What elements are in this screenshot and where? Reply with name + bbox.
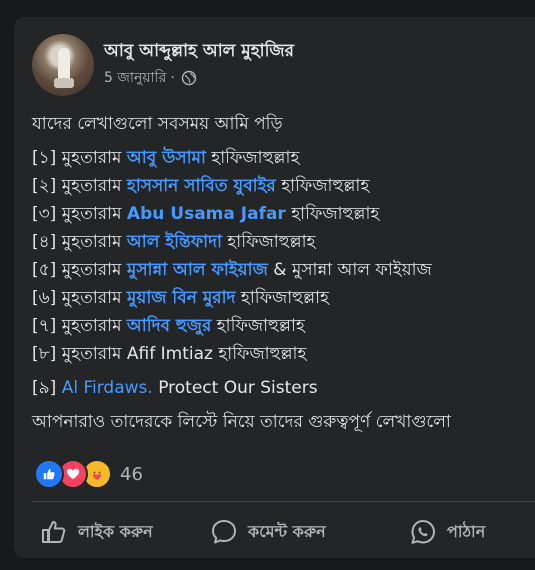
page-link[interactable]: Al Firdaws.: [62, 378, 153, 398]
avatar-figure: [58, 48, 70, 82]
like-label: লাইক করুন: [78, 521, 153, 541]
list-item: [৮] মুহতারাম Afif Imtiaz হাফিজাহুল্লাহ: [32, 344, 307, 364]
profile-link[interactable]: আদিব হুজুর: [127, 316, 211, 336]
list-item: [১] মুহতারাম আবু উসামা হাফিজাহুল্লাহ: [32, 148, 300, 168]
post-intro: যাদের লেখাগুলো সবসময় আমি পড়ি: [32, 114, 283, 134]
profile-link[interactable]: আবু উসামা: [127, 148, 206, 168]
list-item: [৬] মুহতারাম মুয়াজ বিন মুরাদ হাফিজাহুল্…: [32, 288, 329, 308]
post-date[interactable]: 5 জানুয়ারি: [104, 66, 166, 90]
thumbs-up-icon: [42, 521, 66, 543]
profile-link[interactable]: Abu Usama Jafar: [127, 204, 286, 224]
list-item: [৯] Al Firdaws. Protect Our Sisters: [32, 378, 318, 398]
post-meta: 5 জানুয়ারি ·: [104, 66, 197, 90]
plain-name: Afif Imtiaz: [126, 344, 213, 364]
globe-icon[interactable]: [181, 70, 197, 86]
reaction-count[interactable]: 46: [120, 464, 143, 485]
profile-link[interactable]: মুসান্না আল ফাইয়াজ: [127, 260, 268, 280]
comment-icon: [212, 520, 236, 544]
list-item: [৪] মুহতারাম আল ইন্তিফাদা হাফিজাহুল্লাহ: [32, 232, 316, 252]
avatar-figure-base: [54, 78, 74, 88]
author-avatar[interactable]: [32, 34, 94, 96]
comment-button[interactable]: কমেন্ট করুন: [210, 511, 326, 553]
share-label: পাঠান: [447, 521, 486, 541]
list-item: [৫] মুহতারাম মুসান্না আল ফাইয়াজ & মুসান…: [32, 260, 432, 280]
share-button[interactable]: পাঠান: [409, 511, 485, 553]
like-icon: [34, 459, 64, 489]
meta-separator: ·: [170, 70, 175, 86]
reactions-summary[interactable]: 46: [34, 459, 143, 489]
post-actions: লাইক করুন কমেন্ট করুন পাঠান: [14, 511, 535, 553]
author-name[interactable]: আবু আব্দুল্লাহ আল মুহাজির: [104, 38, 294, 66]
comment-label: কমেন্ট করুন: [248, 521, 326, 541]
post-card: আবু আব্দুল্লাহ আল মুহাজির 5 জানুয়ারি · …: [14, 17, 535, 558]
whatsapp-icon: [411, 520, 435, 544]
list-item: [২] মুহতারাম হাসসান সাবিত যুবাইর হাফিজাহ…: [32, 176, 370, 196]
post-body: যাদের লেখাগুলো সবসময় আমি পড়ি [১] মুহতা…: [32, 110, 451, 436]
profile-link[interactable]: হাসসান সাবিত যুবাইর: [127, 176, 276, 196]
list-item: [৭] মুহতারাম আদিব হুজুর হাফিজাহুল্লাহ: [32, 316, 305, 336]
profile-link[interactable]: মুয়াজ বিন মুরাদ: [127, 288, 236, 308]
like-button[interactable]: লাইক করুন: [40, 511, 153, 553]
post-closing: আপনারাও তাদেরকে লিস্টে নিয়ে তাদের গুরুত…: [32, 412, 451, 432]
list-item: [৩] মুহতারাম Abu Usama Jafar হাফিজাহুল্ল…: [32, 204, 380, 224]
profile-link[interactable]: আল ইন্তিফাদা: [127, 232, 222, 252]
divider: [32, 501, 535, 502]
